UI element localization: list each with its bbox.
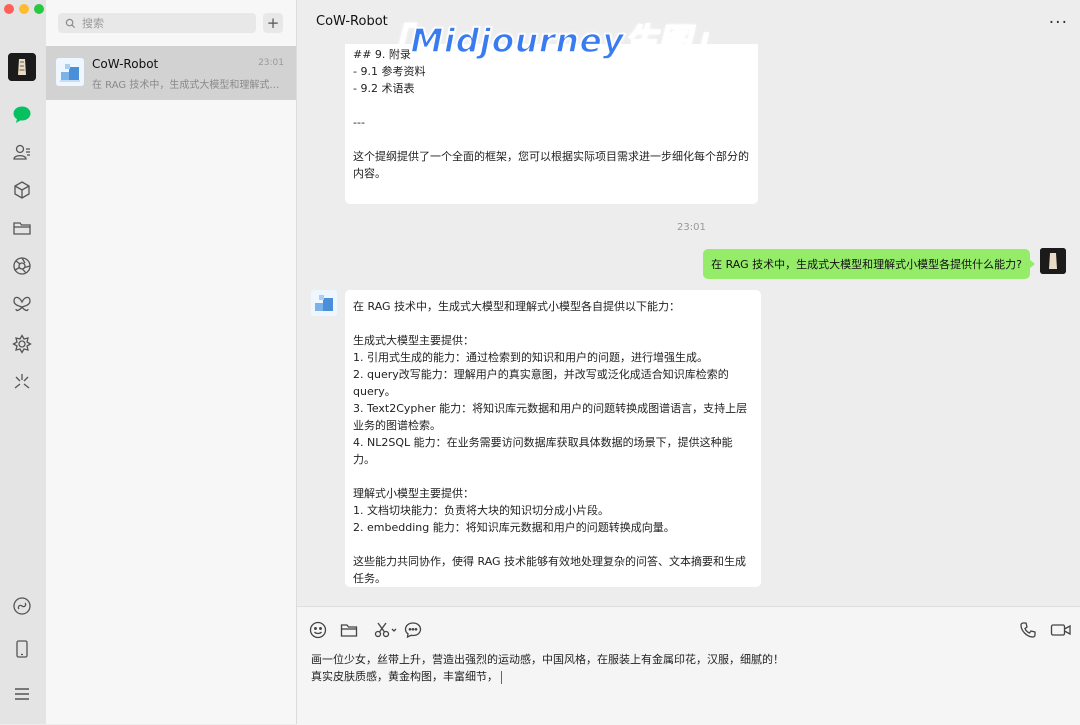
search-input[interactable]: [80, 15, 254, 31]
message-input[interactable]: 画一位少女，丝带上升，营造出强烈的运动感，中国风格，在服装上有金属印花，汉服，细…: [311, 651, 1051, 685]
folder-icon[interactable]: [11, 217, 33, 239]
chat-list-panel: + CoW-Robot 23:01 在 RAG 技术中，生成式大模型和理解式小.…: [46, 0, 297, 724]
scissors-icon[interactable]: [372, 620, 400, 640]
user-message-text: 在 RAG 技术中，生成式大模型和理解式小模型各提供什么能力?: [711, 258, 1022, 271]
emoji-icon[interactable]: [308, 620, 328, 640]
profile-avatar[interactable]: [8, 53, 36, 81]
chat-time: 23:01: [258, 58, 284, 68]
chat-icon[interactable]: [11, 103, 33, 125]
close-window-button[interactable]: [4, 4, 14, 14]
message-timestamp: 23:01: [677, 222, 706, 233]
bot-avatar[interactable]: [311, 290, 337, 316]
overlay-caption: 「Midjourney生图」: [376, 20, 725, 61]
add-button[interactable]: +: [263, 13, 283, 33]
user-message: 在 RAG 技术中，生成式大模型和理解式小模型各提供什么能力?: [703, 249, 1035, 279]
chat-panel: CoW-Robot ··· ## 9. 附录 - 9.1 参考资料 - 9.2 …: [297, 0, 1080, 725]
folder-icon[interactable]: [339, 620, 359, 640]
message-composer: 画一位少女，丝带上升，营造出强烈的运动感，中国风格，在服装上有金属印花，汉服，细…: [297, 606, 1080, 725]
gear-flower-icon[interactable]: [11, 333, 33, 355]
menu-icon[interactable]: [11, 683, 33, 705]
contacts-icon[interactable]: [11, 141, 33, 163]
cube-icon[interactable]: [11, 179, 33, 201]
chat-preview: 在 RAG 技术中，生成式大模型和理解式小...: [92, 80, 282, 91]
chat-name: CoW-Robot: [92, 57, 159, 71]
aperture-icon[interactable]: [11, 255, 33, 277]
minimize-window-button[interactable]: [19, 4, 29, 14]
more-options-icon[interactable]: ···: [1049, 13, 1068, 33]
robot-avatar: [56, 58, 84, 86]
spark-icon[interactable]: [11, 371, 33, 393]
voice-call-icon[interactable]: [1018, 620, 1038, 640]
nav-rail: [0, 0, 47, 724]
message-list[interactable]: ## 9. 附录 - 9.1 参考资料 - 9.2 术语表 --- 这个提纲提供…: [297, 44, 1080, 606]
link-icon[interactable]: [11, 595, 33, 617]
app-window: + CoW-Robot 23:01 在 RAG 技术中，生成式大模型和理解式小.…: [0, 0, 1080, 725]
window-controls: [4, 4, 44, 14]
bot-message: 在 RAG 技术中，生成式大模型和理解式小模型各自提供以下能力： 生成式大模型主…: [345, 290, 761, 587]
message-draft: 画一位少女，丝带上升，营造出强烈的运动感，中国风格，在服装上有金属印花，汉服，细…: [311, 653, 784, 683]
video-call-icon[interactable]: [1050, 620, 1072, 640]
chat-list-item[interactable]: CoW-Robot 23:01 在 RAG 技术中，生成式大模型和理解式小...: [46, 46, 296, 100]
bot-message: ## 9. 附录 - 9.1 参考资料 - 9.2 术语表 --- 这个提纲提供…: [345, 44, 758, 204]
text-caret: [501, 670, 502, 684]
search-icon: [65, 18, 76, 28]
search-box[interactable]: [58, 13, 256, 33]
zoom-window-button[interactable]: [34, 4, 44, 14]
chat-bubble-icon[interactable]: [403, 620, 423, 640]
butterfly-icon[interactable]: [11, 293, 33, 315]
phone-icon[interactable]: [11, 638, 33, 660]
user-avatar[interactable]: [1040, 248, 1066, 274]
